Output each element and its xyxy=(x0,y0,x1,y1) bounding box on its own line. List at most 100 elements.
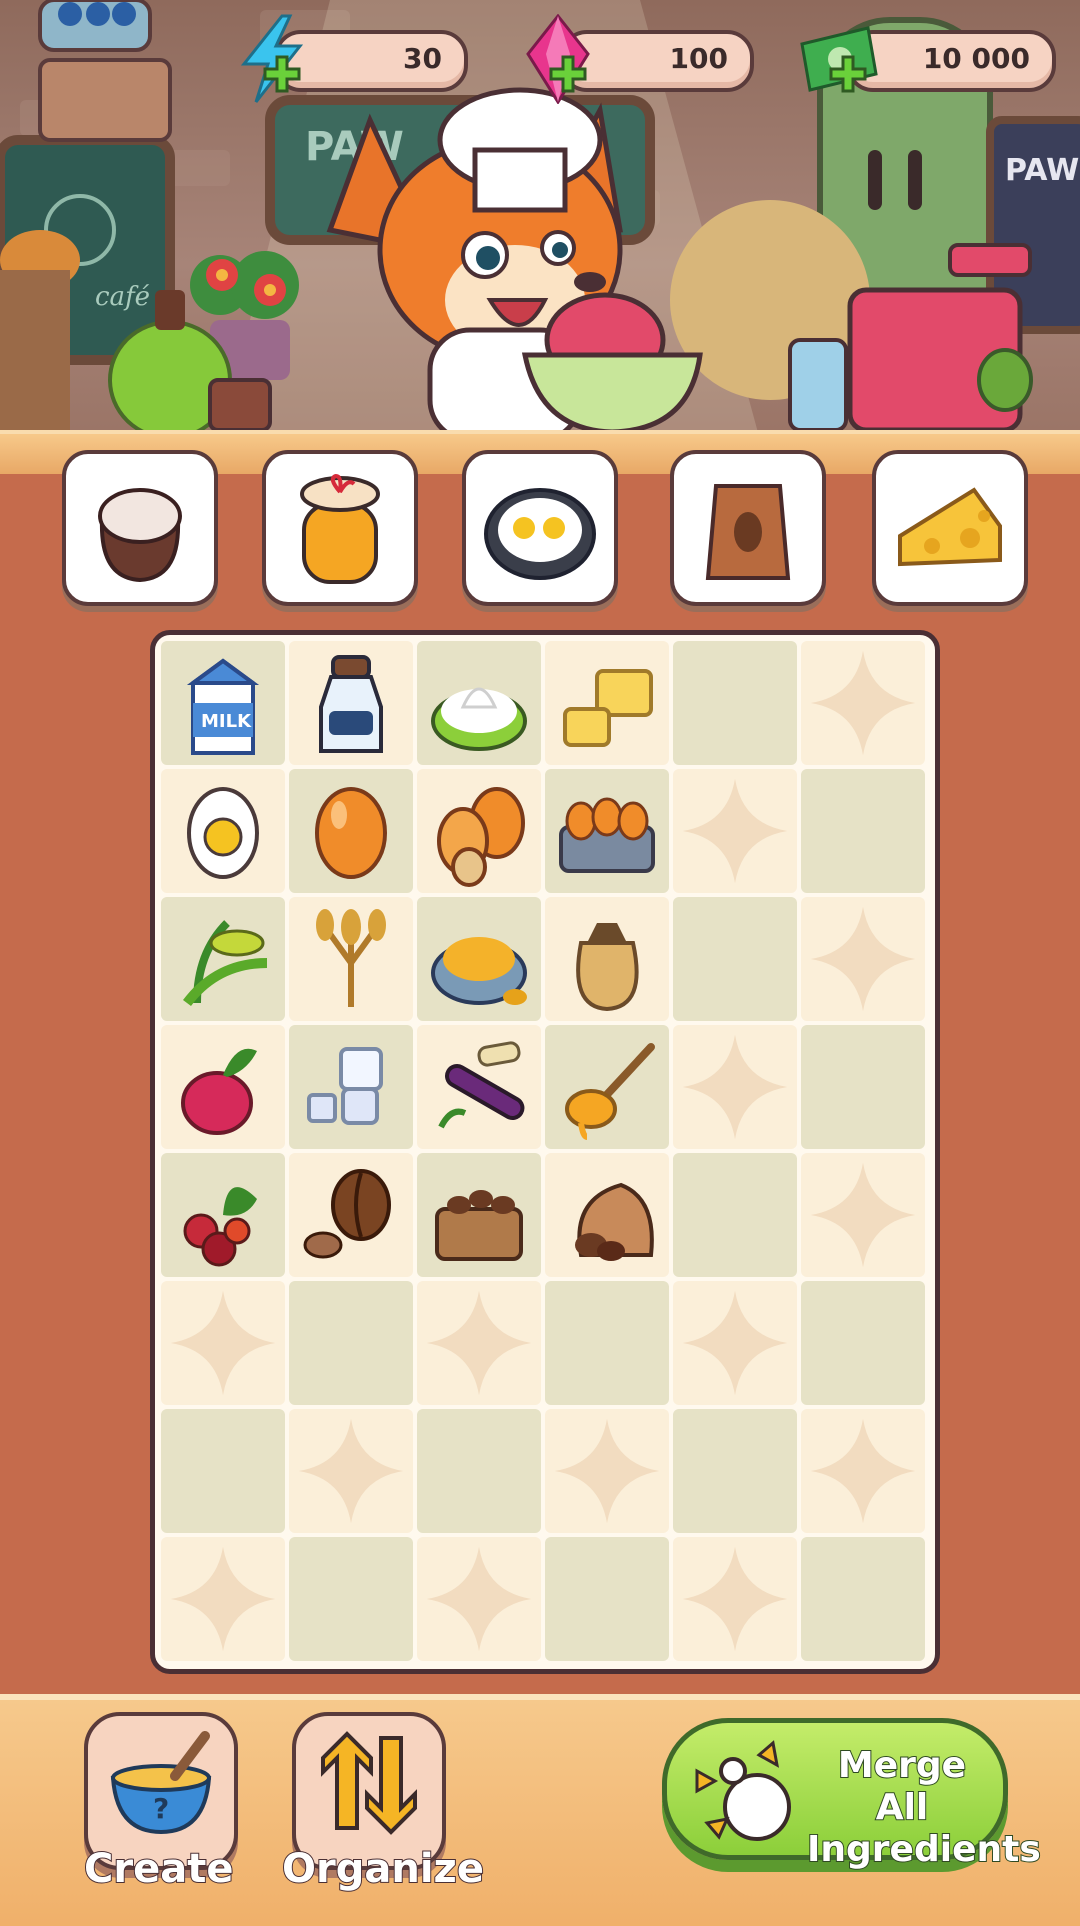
coffee-bag-icon xyxy=(705,484,791,580)
milk-label: MILK xyxy=(201,711,252,732)
sort-arrows-icon xyxy=(321,1731,417,1835)
empty-slot-sparkle-icon xyxy=(554,1418,660,1524)
energy-bar[interactable]: 30 xyxy=(240,14,468,103)
board-cell-coffee-beans-sack[interactable] xyxy=(545,1153,669,1277)
board-cell-boiled-egg[interactable] xyxy=(161,769,285,893)
wheat-sprout-icon xyxy=(183,920,268,1007)
empty-slot-sparkle-icon xyxy=(426,1290,532,1396)
merge-all-button[interactable]: Merge All Ingredients xyxy=(662,1718,1042,1871)
board-cell-empty[interactable] xyxy=(801,1025,925,1149)
board-cell-empty[interactable] xyxy=(673,1409,797,1533)
board-cell-sugar-cane[interactable] xyxy=(417,1025,541,1149)
board-cell-empty[interactable] xyxy=(545,1537,669,1661)
board-cell-empty[interactable] xyxy=(673,1281,797,1405)
board-cell-empty[interactable] xyxy=(801,1409,925,1533)
board-cell-empty[interactable] xyxy=(673,1537,797,1661)
cafe-chalk-text: café xyxy=(95,282,150,312)
add-money-icon[interactable] xyxy=(828,54,868,94)
organize-label: Organize xyxy=(281,1845,485,1893)
order-slot-cheese[interactable] xyxy=(872,450,1028,606)
honey-jar-icon xyxy=(300,473,380,584)
empty-slot-sparkle-icon xyxy=(170,1290,276,1396)
board-cell-empty[interactable] xyxy=(673,641,797,765)
board-cell-empty[interactable] xyxy=(161,1537,285,1661)
board-cell-empty[interactable] xyxy=(801,1153,925,1277)
board-cell-beetroot[interactable] xyxy=(161,1025,285,1149)
coffee-beans-box-icon xyxy=(435,1190,523,1261)
board-cell-milk-bottle[interactable] xyxy=(289,641,413,765)
board-cell-butter-blocks[interactable] xyxy=(545,641,669,765)
empty-slot-sparkle-icon xyxy=(682,1546,788,1652)
board-cell-empty[interactable] xyxy=(673,897,797,1021)
coffee-beans-sack-icon xyxy=(575,1182,654,1261)
butter-blocks-icon xyxy=(563,669,653,747)
board-cell-empty[interactable] xyxy=(417,1409,541,1533)
merge-all-label: Merge All Ingredients xyxy=(806,1744,1042,1871)
board-cell-empty[interactable] xyxy=(801,1537,925,1661)
board-cell-empty[interactable] xyxy=(161,1281,285,1405)
sugar-cubes-icon xyxy=(307,1047,383,1125)
empty-slot-sparkle-icon xyxy=(298,1418,404,1524)
order-slot-honey[interactable] xyxy=(262,450,418,606)
empty-slot-sparkle-icon xyxy=(682,1034,788,1140)
wheat-bundle-icon xyxy=(316,909,386,1007)
board-cell-grain-bowl[interactable] xyxy=(417,897,541,1021)
add-energy-icon[interactable] xyxy=(262,54,302,94)
board-cell-empty[interactable] xyxy=(417,1537,541,1661)
board-cell-empty[interactable] xyxy=(801,641,925,765)
board-cell-empty[interactable] xyxy=(289,1537,413,1661)
order-slot-eggs[interactable] xyxy=(462,450,618,606)
board-cell-empty[interactable] xyxy=(417,1281,541,1405)
merge-board: MILK xyxy=(150,630,940,1674)
board-cell-sugar-cubes[interactable] xyxy=(289,1025,413,1149)
coffee-cherries-icon xyxy=(183,1187,257,1267)
order-slot-coffee[interactable] xyxy=(670,450,826,606)
board-cell-empty[interactable] xyxy=(161,1409,285,1533)
egg-tray-icon xyxy=(559,797,655,873)
board-cell-cream-bowl[interactable] xyxy=(417,641,541,765)
board-cell-egg-tray[interactable] xyxy=(545,769,669,893)
empty-slot-sparkle-icon xyxy=(682,1290,788,1396)
board-cell-honey-dipper[interactable] xyxy=(545,1025,669,1149)
mixing-bowl-icon: ? xyxy=(110,1731,212,1835)
flour-sack-icon xyxy=(98,488,182,583)
board-cell-empty[interactable] xyxy=(801,1281,925,1405)
boiled-egg-icon xyxy=(187,787,259,879)
board-cell-empty[interactable] xyxy=(801,897,925,1021)
board-cell-wheat-sprout[interactable] xyxy=(161,897,285,1021)
board-cell-egg[interactable] xyxy=(289,769,413,893)
energy-value: 30 xyxy=(403,42,442,75)
coffee-bean-icon xyxy=(303,1169,391,1259)
money-bar[interactable]: 10 000 xyxy=(800,26,1056,93)
board-cell-coffee-cherries[interactable] xyxy=(161,1153,285,1277)
empty-slot-sparkle-icon xyxy=(810,1418,916,1524)
board-cell-empty[interactable] xyxy=(673,769,797,893)
flour-sack-icon xyxy=(576,923,639,1012)
board-cell-coffee-beans-box[interactable] xyxy=(417,1153,541,1277)
board-cell-eggs-pair[interactable] xyxy=(417,769,541,893)
board-cell-empty[interactable] xyxy=(545,1281,669,1405)
cream-bowl-icon xyxy=(431,687,527,751)
eggs-pair-icon xyxy=(437,787,525,887)
board-cell-coffee-bean[interactable] xyxy=(289,1153,413,1277)
empty-slot-sparkle-icon xyxy=(426,1546,532,1652)
board-cell-wheat-bundle[interactable] xyxy=(289,897,413,1021)
empty-slot-sparkle-icon xyxy=(810,650,916,756)
beetroot-icon xyxy=(181,1048,257,1135)
board-cell-empty[interactable] xyxy=(289,1281,413,1405)
board-cell-empty[interactable] xyxy=(545,1409,669,1533)
paw-menu-text: PAW xyxy=(1005,153,1079,188)
sugar-cane-icon xyxy=(438,1041,525,1129)
add-gems-icon[interactable] xyxy=(548,54,588,94)
gems-bar[interactable]: 100 xyxy=(526,14,754,104)
milk-carton-icon: MILK xyxy=(186,658,260,755)
board-cell-empty[interactable] xyxy=(289,1409,413,1533)
board-cell-empty[interactable] xyxy=(673,1025,797,1149)
cheese-wedge-icon xyxy=(898,487,1002,567)
board-cell-flour-sack[interactable] xyxy=(545,897,669,1021)
board-cell-empty[interactable] xyxy=(801,769,925,893)
order-slot-flour[interactable] xyxy=(62,450,218,606)
empty-slot-sparkle-icon xyxy=(810,1162,916,1268)
board-cell-empty[interactable] xyxy=(673,1153,797,1277)
board-cell-milk-carton[interactable]: MILK xyxy=(161,641,285,765)
